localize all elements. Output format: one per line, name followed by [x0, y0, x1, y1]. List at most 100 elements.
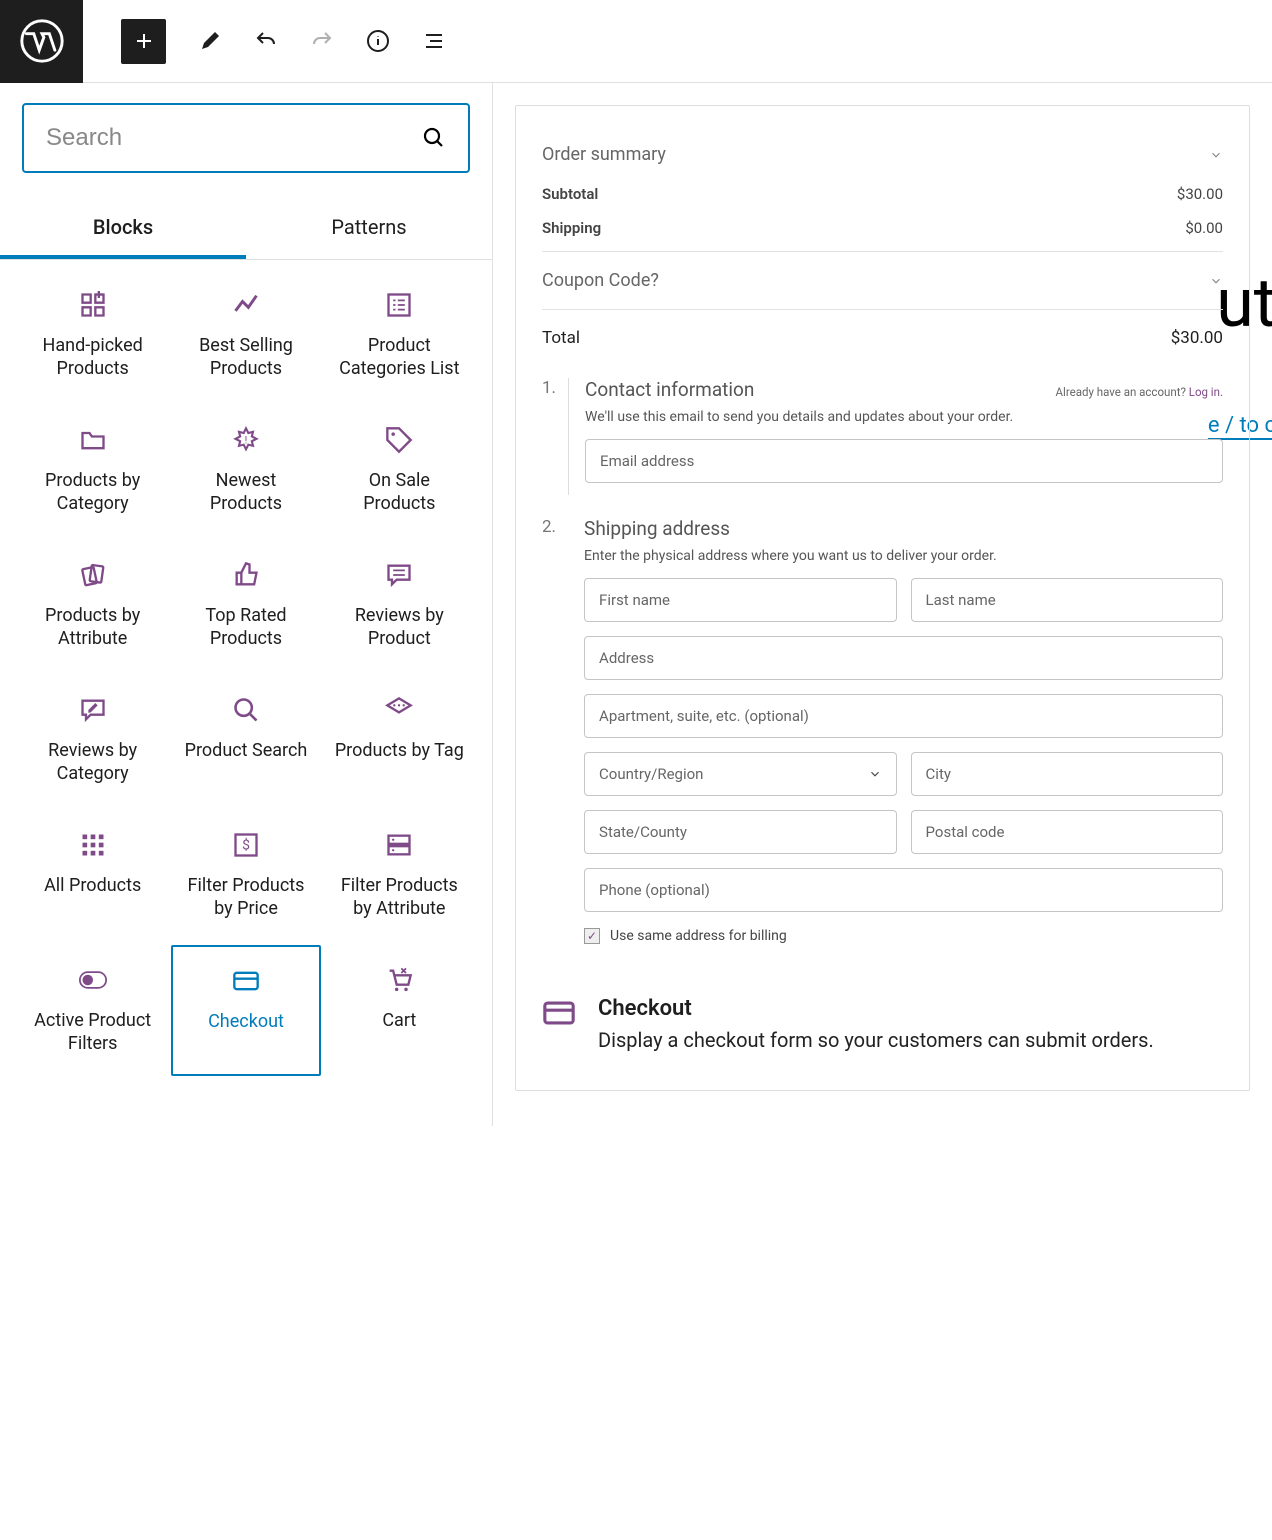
order-summary-label: Order summary — [542, 144, 666, 165]
tag-more-icon — [385, 696, 413, 724]
edit-tool[interactable] — [198, 29, 222, 53]
block-filter-by-price[interactable]: $Filter Products by Price — [171, 810, 320, 941]
plus-icon — [132, 29, 156, 53]
coupon-label: Coupon Code? — [542, 270, 659, 291]
block-checkout[interactable]: Checkout — [171, 945, 320, 1076]
login-link[interactable]: Log in. — [1189, 385, 1223, 399]
country-select[interactable]: Country/Region — [584, 752, 896, 796]
block-label: Filter Products by Attribute — [332, 875, 467, 920]
grid-9-icon — [79, 831, 107, 859]
price-box-icon: $ — [232, 831, 260, 859]
wordpress-icon — [20, 19, 64, 63]
preview-card: Order summary Subtotal $30.00 Shipping $… — [515, 105, 1250, 1091]
tab-patterns[interactable]: Patterns — [246, 199, 492, 259]
order-summary-toggle[interactable]: Order summary — [542, 132, 1223, 177]
comment-lines-icon — [385, 561, 413, 589]
undo-icon — [254, 28, 278, 54]
subtotal-label: Subtotal — [542, 185, 598, 203]
toggle-icon — [79, 966, 107, 994]
step-title: Contact information — [585, 378, 754, 401]
block-label: Newest Products — [178, 470, 313, 515]
add-block-button[interactable] — [121, 19, 166, 64]
total-row: Total $30.00 — [542, 316, 1223, 356]
block-on-sale[interactable]: On Sale Products — [325, 405, 474, 536]
block-reviews-by-category[interactable]: Reviews by Category — [18, 675, 167, 806]
card-icon — [232, 967, 260, 995]
same-address-label: Use same address for billing — [610, 928, 787, 944]
chevron-down-icon — [1209, 148, 1223, 162]
desc-text: Display a checkout form so your customer… — [598, 1027, 1154, 1054]
shipping-row: Shipping $0.00 — [542, 211, 1223, 245]
pencil-icon — [198, 29, 222, 53]
svg-text:$: $ — [242, 837, 250, 854]
topbar-actions — [83, 19, 484, 64]
coupon-toggle[interactable]: Coupon Code? — [542, 258, 1223, 303]
block-label: On Sale Products — [332, 470, 467, 515]
postal-field[interactable]: Postal code — [911, 810, 1223, 854]
email-field[interactable]: Email address — [585, 439, 1223, 483]
search-field[interactable] — [22, 103, 470, 173]
step-desc: Enter the physical address where you wan… — [584, 548, 1223, 564]
block-label: Product Categories List — [332, 335, 467, 380]
city-field[interactable]: City — [911, 752, 1223, 796]
block-label: Hand-picked Products — [25, 335, 160, 380]
card-icon — [542, 996, 576, 1030]
block-label: Products by Category — [25, 470, 160, 515]
block-label: Active Product Filters — [25, 1010, 160, 1055]
outline-button[interactable] — [422, 29, 446, 53]
first-name-field[interactable]: First name — [584, 578, 896, 622]
block-label: Top Rated Products — [178, 605, 313, 650]
block-label: Checkout — [208, 1011, 284, 1034]
tab-blocks[interactable]: Blocks — [0, 199, 246, 259]
block-top-rated[interactable]: Top Rated Products — [171, 540, 320, 671]
block-product-search[interactable]: Product Search — [171, 675, 320, 806]
info-button[interactable] — [366, 29, 390, 53]
thumbs-up-icon — [232, 561, 260, 589]
total-label: Total — [542, 328, 580, 348]
block-active-filters[interactable]: Active Product Filters — [18, 945, 167, 1076]
block-label: All Products — [44, 875, 141, 898]
shipping-value: $0.00 — [1185, 219, 1223, 237]
list-icon — [422, 28, 446, 54]
block-label: Reviews by Product — [332, 605, 467, 650]
divider — [542, 309, 1223, 310]
block-cart[interactable]: Cart — [325, 945, 474, 1076]
address-field[interactable]: Address — [584, 636, 1223, 680]
comment-edit-icon — [79, 696, 107, 724]
last-name-field[interactable]: Last name — [911, 578, 1223, 622]
subtotal-row: Subtotal $30.00 — [542, 177, 1223, 211]
block-products-by-category[interactable]: Products by Category — [18, 405, 167, 536]
block-all-products[interactable]: All Products — [18, 810, 167, 941]
block-reviews-by-product[interactable]: Reviews by Product — [325, 540, 474, 671]
list-box-icon — [385, 291, 413, 319]
editor-topbar — [0, 0, 1272, 83]
same-address-checkbox[interactable]: ✓ Use same address for billing — [584, 928, 1223, 944]
search-input[interactable] — [46, 124, 422, 152]
phone-field[interactable]: Phone (optional) — [584, 868, 1223, 912]
inserter-tabs: Blocks Patterns — [0, 199, 492, 260]
block-best-selling[interactable]: Best Selling Products — [171, 270, 320, 401]
block-label: Best Selling Products — [178, 335, 313, 380]
step-title: Shipping address — [584, 517, 1223, 540]
block-products-by-tag[interactable]: Products by Tag — [325, 675, 474, 806]
divider — [542, 251, 1223, 252]
block-label: Cart — [382, 1010, 416, 1033]
apartment-field[interactable]: Apartment, suite, etc. (optional) — [584, 694, 1223, 738]
redo-icon — [310, 28, 334, 54]
desc-title: Checkout — [598, 996, 1154, 1021]
block-filter-by-attribute[interactable]: Filter Products by Attribute — [325, 810, 474, 941]
cards-icon — [79, 561, 107, 589]
block-newest-products[interactable]: !Newest Products — [171, 405, 320, 536]
state-field[interactable]: State/County — [584, 810, 896, 854]
cart-icon — [385, 966, 413, 994]
wordpress-logo[interactable] — [0, 0, 83, 83]
block-products-by-attribute[interactable]: Products by Attribute — [18, 540, 167, 671]
undo-button[interactable] — [254, 29, 278, 53]
login-note: Already have an account? Log in. — [1056, 385, 1223, 399]
block-categories-list[interactable]: Product Categories List — [325, 270, 474, 401]
block-hand-picked-products[interactable]: Hand-picked Products — [18, 270, 167, 401]
step-shipping: 2. Shipping address Enter the physical a… — [542, 517, 1223, 956]
step-contact: 1. Contact information Already have an a… — [542, 378, 1223, 495]
redo-button[interactable] — [310, 29, 334, 53]
shipping-label: Shipping — [542, 219, 601, 237]
